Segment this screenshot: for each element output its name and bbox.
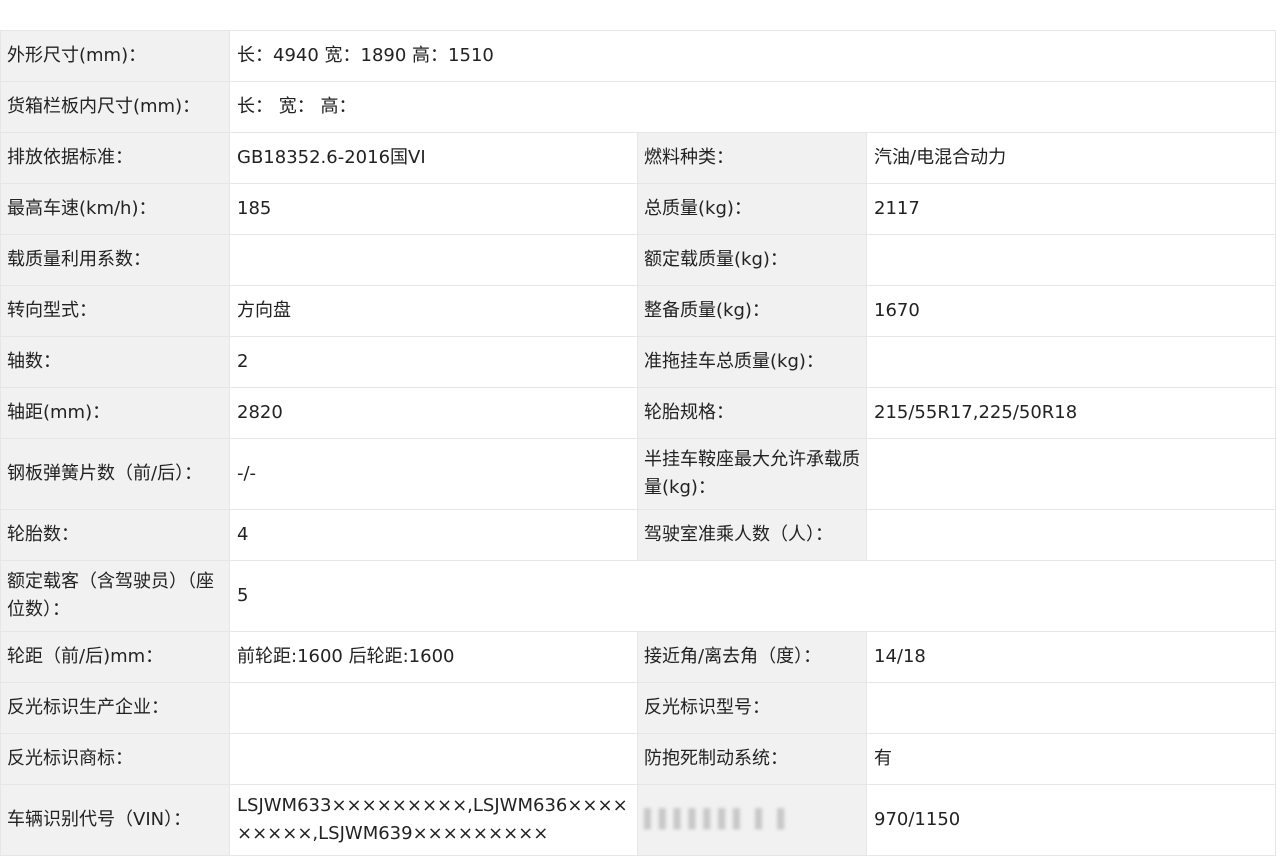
spec-value [865,509,1277,561]
spec-label: 外形尺寸(mm)： [0,30,230,82]
spec-label: 最高车速(km/h)： [0,183,230,235]
spec-row-vin: 车辆识别代号（VIN）： LSJWM633×××××××××,LSJWM636×… [0,784,1277,856]
obscured-label-text: ▌▌▌▌▌▌▌ ▌ ▌ [644,809,793,830]
spec-row: 轮胎数： 4 驾驶室准乘人数（人）： [0,509,1277,561]
spec-row: 载质量利用系数： 额定载质量(kg)： [0,234,1277,286]
spec-label: 额定载质量(kg)： [637,234,867,286]
spec-row: 轴距(mm)： 2820 轮胎规格： 215/55R17,225/50R18 [0,387,1277,439]
spec-label: 载质量利用系数： [0,234,230,286]
spec-value: 185 [229,183,638,235]
spec-value: 长： 宽： 高： [228,81,1277,133]
spec-row: 轴数： 2 准拖挂车总质量(kg)： [0,336,1277,388]
spec-label: 额定载客（含驾驶员）（座位数）： [0,560,230,632]
spec-value: GB18352.6-2016国VI [229,132,638,184]
spec-label: 防抱死制动系统： [637,733,867,785]
spec-row: 轮距（前/后)mm： 前轮距:1600 后轮距:1600 接近角/离去角（度）：… [0,631,1277,683]
spec-value: -/- [229,438,638,510]
vehicle-spec-table: 外形尺寸(mm)： 长：4940 宽：1890 高：1510 货箱栏板内尺寸(m… [0,30,1277,856]
spec-row-passengers: 额定载客（含驾驶员）（座位数）： 5 [0,560,1277,632]
spec-value: 有 [865,733,1277,785]
spec-value: 前轮距:1600 后轮距:1600 [229,631,638,683]
spec-label: 轴距(mm)： [0,387,230,439]
spec-value: 5 [228,560,1277,632]
spec-label: 燃料种类： [637,132,867,184]
spec-label: 反光标识商标： [0,733,230,785]
spec-value: 2820 [229,387,638,439]
spec-value: 2117 [865,183,1277,235]
spec-value: 14/18 [865,631,1277,683]
spec-value: 4 [229,509,638,561]
spec-row-dimensions: 外形尺寸(mm)： 长：4940 宽：1890 高：1510 [0,30,1277,82]
spec-label: 转向型式： [0,285,230,337]
spec-label: 驾驶室准乘人数（人）： [637,509,867,561]
spec-value: 2 [229,336,638,388]
spec-value [229,682,638,734]
spec-value: 215/55R17,225/50R18 [865,387,1277,439]
spec-label: 轮胎数： [0,509,230,561]
spec-value [865,234,1277,286]
spec-value [865,682,1277,734]
spec-value [865,336,1277,388]
spec-label: 准拖挂车总质量(kg)： [637,336,867,388]
spec-label: 轮距（前/后)mm： [0,631,230,683]
spec-label: 钢板弹簧片数（前/后）： [0,438,230,510]
spec-value: 长：4940 宽：1890 高：1510 [228,30,1277,82]
spec-row: 反光标识生产企业： 反光标识型号： [0,682,1277,734]
spec-value [229,733,638,785]
spec-value-vin: LSJWM633×××××××××,LSJWM636×××××××××,LSJW… [229,784,638,856]
spec-value: 汽油/电混合动力 [865,132,1277,184]
spec-label: 轮胎规格： [637,387,867,439]
spec-label: 反光标识生产企业： [0,682,230,734]
spec-value: 1670 [865,285,1277,337]
spec-row: 最高车速(km/h)： 185 总质量(kg)： 2117 [0,183,1277,235]
spec-label: 货箱栏板内尺寸(mm)： [0,81,230,133]
spec-label-obscured: ▌▌▌▌▌▌▌ ▌ ▌ [637,784,867,856]
spec-row: 转向型式： 方向盘 整备质量(kg)： 1670 [0,285,1277,337]
spec-value: 970/1150 [865,784,1277,856]
spec-label: 整备质量(kg)： [637,285,867,337]
spec-value [229,234,638,286]
spec-value: 方向盘 [229,285,638,337]
spec-row-cargo-box: 货箱栏板内尺寸(mm)： 长： 宽： 高： [0,81,1277,133]
spec-row: 钢板弹簧片数（前/后）： -/- 半挂车鞍座最大允许承载质量(kg)： [0,438,1277,510]
spec-label: 排放依据标准： [0,132,230,184]
spec-label: 反光标识型号： [637,682,867,734]
spec-value [865,438,1277,510]
spec-row: 反光标识商标： 防抱死制动系统： 有 [0,733,1277,785]
spec-label: 总质量(kg)： [637,183,867,235]
spec-label: 车辆识别代号（VIN）： [0,784,230,856]
spec-label: 半挂车鞍座最大允许承载质量(kg)： [637,438,867,510]
spec-label: 轴数： [0,336,230,388]
spec-row: 排放依据标准： GB18352.6-2016国VI 燃料种类： 汽油/电混合动力 [0,132,1277,184]
spec-label: 接近角/离去角（度）： [637,631,867,683]
